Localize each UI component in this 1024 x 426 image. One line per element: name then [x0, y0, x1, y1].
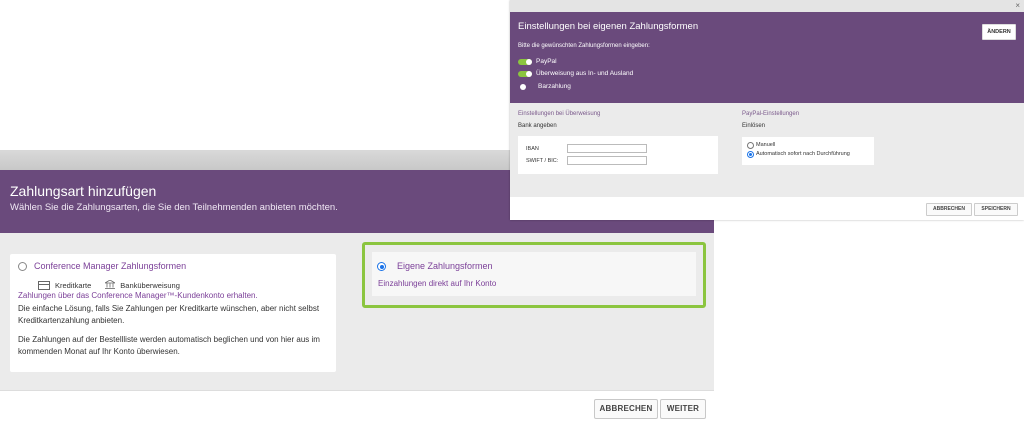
method-row-paypal: PayPal — [518, 58, 557, 65]
settings-header: Einstellungen bei eigenen Zahlungsformen… — [510, 12, 1024, 103]
option-title-own-payment: Eigene Zahlungsformen — [397, 261, 493, 271]
settings-titlebar: × — [510, 0, 1024, 12]
change-button[interactable]: ÄNDERN — [982, 24, 1016, 40]
settings-title: Einstellungen bei eigenen Zahlungsformen — [518, 21, 699, 32]
iban-field[interactable] — [567, 144, 647, 153]
payment-methods-row: Kreditkarte Banküberweisung — [38, 279, 180, 291]
radio-automatic[interactable] — [747, 151, 754, 158]
bank-icon — [103, 279, 117, 291]
radio-automatic-label: Automatisch sofort nach Durchführung — [756, 151, 850, 157]
radio-manual-label: Manuell — [756, 142, 776, 148]
toggle-cash[interactable] — [520, 83, 526, 90]
swift-label: SWIFT / BIC: — [526, 158, 559, 164]
paypal-settings-sub: Einlösen — [742, 123, 766, 129]
toggle-paypal[interactable] — [518, 58, 532, 65]
option-card-own-payment[interactable] — [372, 252, 696, 296]
next-button[interactable]: WEITER — [660, 399, 706, 419]
settings-body: Einstellungen bei Überweisung Bank angeb… — [510, 103, 1024, 197]
method-row-transfer: Überweisung aus In- und Ausland — [518, 70, 633, 77]
method-row-cash: Barzahlung — [518, 83, 571, 90]
iban-label: IBAN — [526, 146, 539, 152]
transfer-settings-heading: Einstellungen bei Überweisung — [518, 111, 601, 117]
radio-own-payment[interactable] — [377, 262, 386, 271]
conference-manager-account-link[interactable]: Zahlungen über das Conference Manager™-K… — [18, 291, 258, 300]
settings-dialog: × Einstellungen bei eigenen Zahlungsform… — [510, 0, 1024, 220]
paypal-settings-heading: PayPal-Einstellungen — [742, 111, 800, 117]
conference-manager-desc-2: Die Zahlungen auf der Bestellliste werde… — [18, 335, 320, 356]
method-credit-card: Kreditkarte — [55, 281, 92, 290]
close-icon[interactable]: × — [1015, 0, 1020, 12]
method-bank-transfer: Banküberweisung — [120, 281, 180, 290]
credit-card-icon — [38, 281, 50, 290]
option-desc-own-payment: Einzahlungen direkt auf Ihr Konto — [378, 279, 497, 288]
dialog-subtitle: Wählen Sie die Zahlungsarten, die Sie de… — [10, 202, 338, 213]
settings-prompt: Bitte die gewünschten Zahlungsformen ein… — [518, 43, 650, 49]
toggle-transfer[interactable] — [518, 70, 532, 77]
cancel-button[interactable]: ABBRECHEN — [594, 399, 658, 419]
method-label-paypal: PayPal — [536, 58, 557, 65]
method-label-cash: Barzahlung — [538, 83, 571, 90]
method-label-transfer: Überweisung aus In- und Ausland — [536, 70, 634, 77]
option-title-conference-manager: Conference Manager Zahlungsformen — [34, 261, 187, 271]
transfer-settings-sub: Bank angeben — [518, 123, 557, 129]
dialog-title: Zahlungsart hinzufügen — [10, 183, 157, 199]
radio-conference-manager[interactable] — [18, 262, 27, 271]
radio-manual[interactable] — [747, 142, 754, 149]
swift-field[interactable] — [567, 156, 647, 165]
settings-save-button[interactable]: SPEICHERN — [974, 203, 1018, 216]
settings-cancel-button[interactable]: ABBRECHEN — [926, 203, 972, 216]
transfer-box — [518, 136, 718, 174]
conference-manager-desc-1: Die einfache Lösung, falls Sie Zahlungen… — [18, 304, 320, 325]
